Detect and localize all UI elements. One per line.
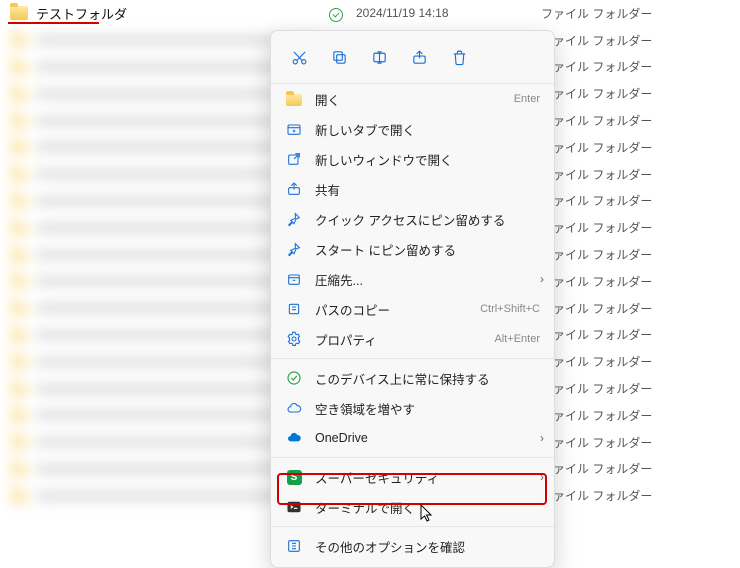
terminal-icon: [285, 498, 303, 516]
separator: [271, 358, 554, 359]
menu-item-pin-quick[interactable]: クイック アクセスにピン留めする: [271, 204, 554, 234]
menu-item-properties[interactable]: プロパティ Alt+Enter: [271, 324, 554, 354]
properties-icon: [285, 330, 303, 348]
file-row-selected[interactable]: テストフォルダ 2024/11/19 14:18 ファイル フォルダー: [0, 0, 740, 27]
menu-item-pin-start[interactable]: スタート にピン留めする: [271, 234, 554, 264]
menu-label: 新しいタブで開く: [315, 120, 540, 139]
chevron-right-icon: ›: [540, 272, 544, 286]
folder-icon: [10, 4, 28, 22]
folder-icon: [10, 487, 28, 505]
separator: [271, 526, 554, 527]
separator: [271, 457, 554, 458]
file-type: ファイル フォルダー: [506, 5, 740, 22]
context-menu: 開く Enter 新しいタブで開く 新しいウィンドウで開く 共有 クイック アク…: [270, 30, 555, 568]
pin-icon: [285, 210, 303, 228]
chevron-right-icon: ›: [540, 470, 544, 484]
menu-label: 新しいウィンドウで開く: [315, 150, 540, 169]
menu-label: スーパーセキュリティ: [315, 468, 540, 487]
tab-icon: [285, 120, 303, 138]
delete-button[interactable]: [441, 41, 477, 73]
rename-button[interactable]: [361, 41, 397, 73]
menu-item-free-space[interactable]: 空き領域を増やす: [271, 393, 554, 423]
context-menu-toolbar: [271, 37, 554, 84]
menu-item-compress[interactable]: 圧縮先... ›: [271, 264, 554, 294]
menu-item-super-security[interactable]: S スーパーセキュリティ ›: [271, 462, 554, 492]
folder-icon: [10, 460, 28, 478]
folder-icon: [10, 31, 28, 49]
menu-shortcut: Enter: [514, 93, 540, 105]
folder-icon: [10, 326, 28, 344]
external-window-icon: [285, 150, 303, 168]
share-icon: [285, 180, 303, 198]
folder-icon: [10, 299, 28, 317]
menu-label: パスのコピー: [315, 300, 468, 319]
cloud-icon: [285, 399, 303, 417]
highlight-underline: [8, 22, 99, 24]
sync-status-icon: [316, 4, 356, 22]
more-options-icon: [285, 537, 303, 555]
folder-icon: [10, 433, 28, 451]
menu-item-always-keep[interactable]: このデバイス上に常に保持する: [271, 363, 554, 393]
folder-icon: [10, 272, 28, 290]
menu-label: クイック アクセスにピン留めする: [315, 210, 540, 229]
folder-icon: [10, 406, 28, 424]
menu-label: このデバイス上に常に保持する: [315, 369, 540, 388]
menu-item-new-tab[interactable]: 新しいタブで開く: [271, 114, 554, 144]
folder-icon: [10, 192, 28, 210]
menu-label: その他のオプションを確認: [315, 537, 540, 556]
folder-icon: [10, 165, 28, 183]
folder-icon: [10, 380, 28, 398]
folder-icon: [10, 138, 28, 156]
menu-item-more-options[interactable]: その他のオプションを確認: [271, 531, 554, 561]
cursor-icon: [420, 504, 434, 522]
menu-label: 開く: [315, 90, 502, 109]
folder-icon: [10, 219, 28, 237]
menu-label: スタート にピン留めする: [315, 240, 540, 259]
share-button[interactable]: [401, 41, 437, 73]
menu-item-onedrive[interactable]: OneDrive ›: [271, 423, 554, 453]
file-name: テストフォルダ: [36, 4, 316, 23]
copy-path-icon: [285, 300, 303, 318]
onedrive-icon: [285, 429, 303, 447]
pin-start-icon: [285, 240, 303, 258]
sync-keep-icon: [285, 369, 303, 387]
file-date: 2024/11/19 14:18: [356, 6, 506, 20]
folder-icon: [10, 353, 28, 371]
menu-shortcut: Alt+Enter: [494, 333, 540, 345]
folder-icon: [10, 246, 28, 264]
chevron-right-icon: ›: [540, 431, 544, 445]
folder-icon: [10, 85, 28, 103]
archive-icon: [285, 270, 303, 288]
menu-label: 圧縮先...: [315, 270, 540, 289]
folder-icon: [10, 112, 28, 130]
menu-shortcut: Ctrl+Shift+C: [480, 303, 540, 315]
menu-item-new-window[interactable]: 新しいウィンドウで開く: [271, 144, 554, 174]
cut-button[interactable]: [281, 41, 317, 73]
menu-item-copy-path[interactable]: パスのコピー Ctrl+Shift+C: [271, 294, 554, 324]
menu-label: 空き領域を増やす: [315, 399, 540, 418]
security-app-icon: S: [285, 468, 303, 486]
folder-icon: [10, 58, 28, 76]
copy-button[interactable]: [321, 41, 357, 73]
menu-label: 共有: [315, 180, 540, 199]
menu-item-open[interactable]: 開く Enter: [271, 84, 554, 114]
menu-label: OneDrive: [315, 431, 540, 445]
menu-item-share[interactable]: 共有: [271, 174, 554, 204]
folder-open-icon: [285, 90, 303, 108]
menu-label: プロパティ: [315, 330, 482, 349]
menu-item-terminal[interactable]: ターミナルで開く: [271, 492, 554, 522]
